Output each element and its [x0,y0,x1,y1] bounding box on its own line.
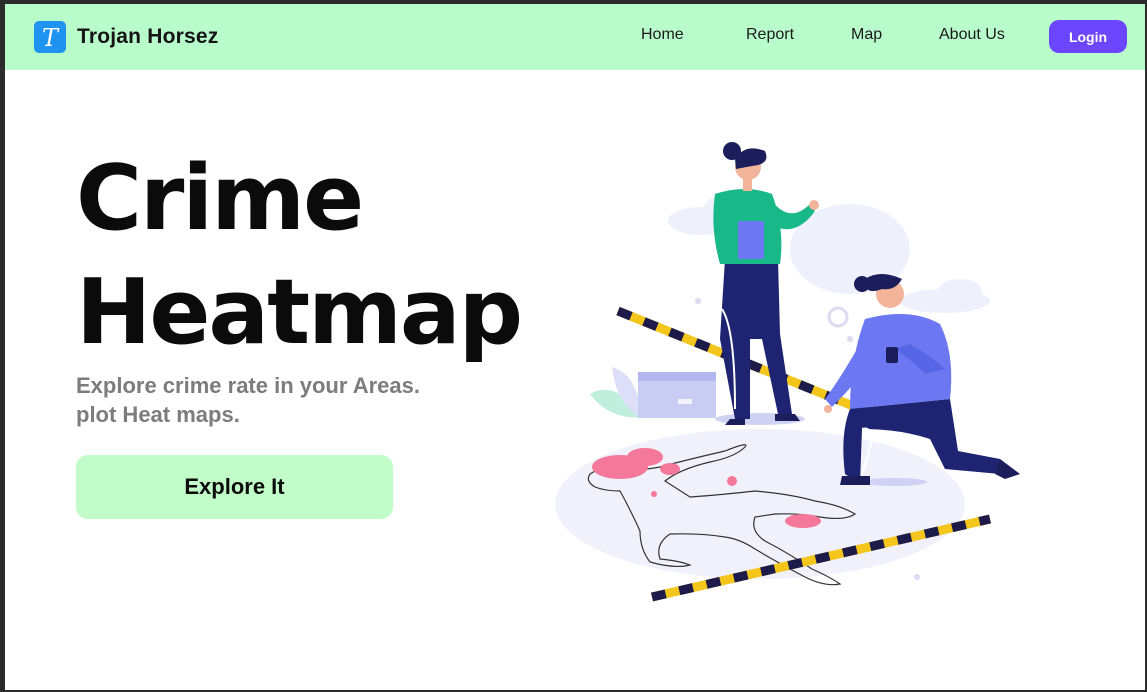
hero-subtitle: Explore crime rate in your Areas. plot H… [76,371,420,429]
brand-name[interactable]: Trojan Horsez [77,25,218,49]
logo-letter: T [42,24,60,52]
hero-subtitle-line-1: Explore crime rate in your Areas. [76,373,420,398]
ground-shape [555,429,965,579]
hero-title: Crime Heatmap [76,142,523,370]
explore-button[interactable]: Explore It [76,455,393,519]
page-frame: T Trojan Horsez Home Report Map About Us… [5,4,1145,690]
nav-map-link[interactable]: Map [851,26,882,44]
evidence-box [638,372,716,418]
nav-report-link[interactable]: Report [746,26,794,44]
navbar: T Trojan Horsez Home Report Map About Us… [5,4,1145,70]
decor-dot [847,336,853,342]
nav-about-link[interactable]: About Us [939,26,1005,44]
hero-title-line-1: Crime [76,146,364,251]
login-button[interactable]: Login [1049,20,1127,53]
decor-dot [695,298,701,304]
decor-dot [914,574,920,580]
nav-home-link[interactable]: Home [641,26,684,44]
crime-scene-illustration [555,142,1020,602]
logo-icon[interactable]: T [34,21,66,53]
hero-subtitle-line-2: plot Heat maps. [76,402,240,427]
leaves-decor [590,367,645,419]
decor-circle [827,306,849,328]
hero-title-line-2: Heatmap [76,260,523,365]
